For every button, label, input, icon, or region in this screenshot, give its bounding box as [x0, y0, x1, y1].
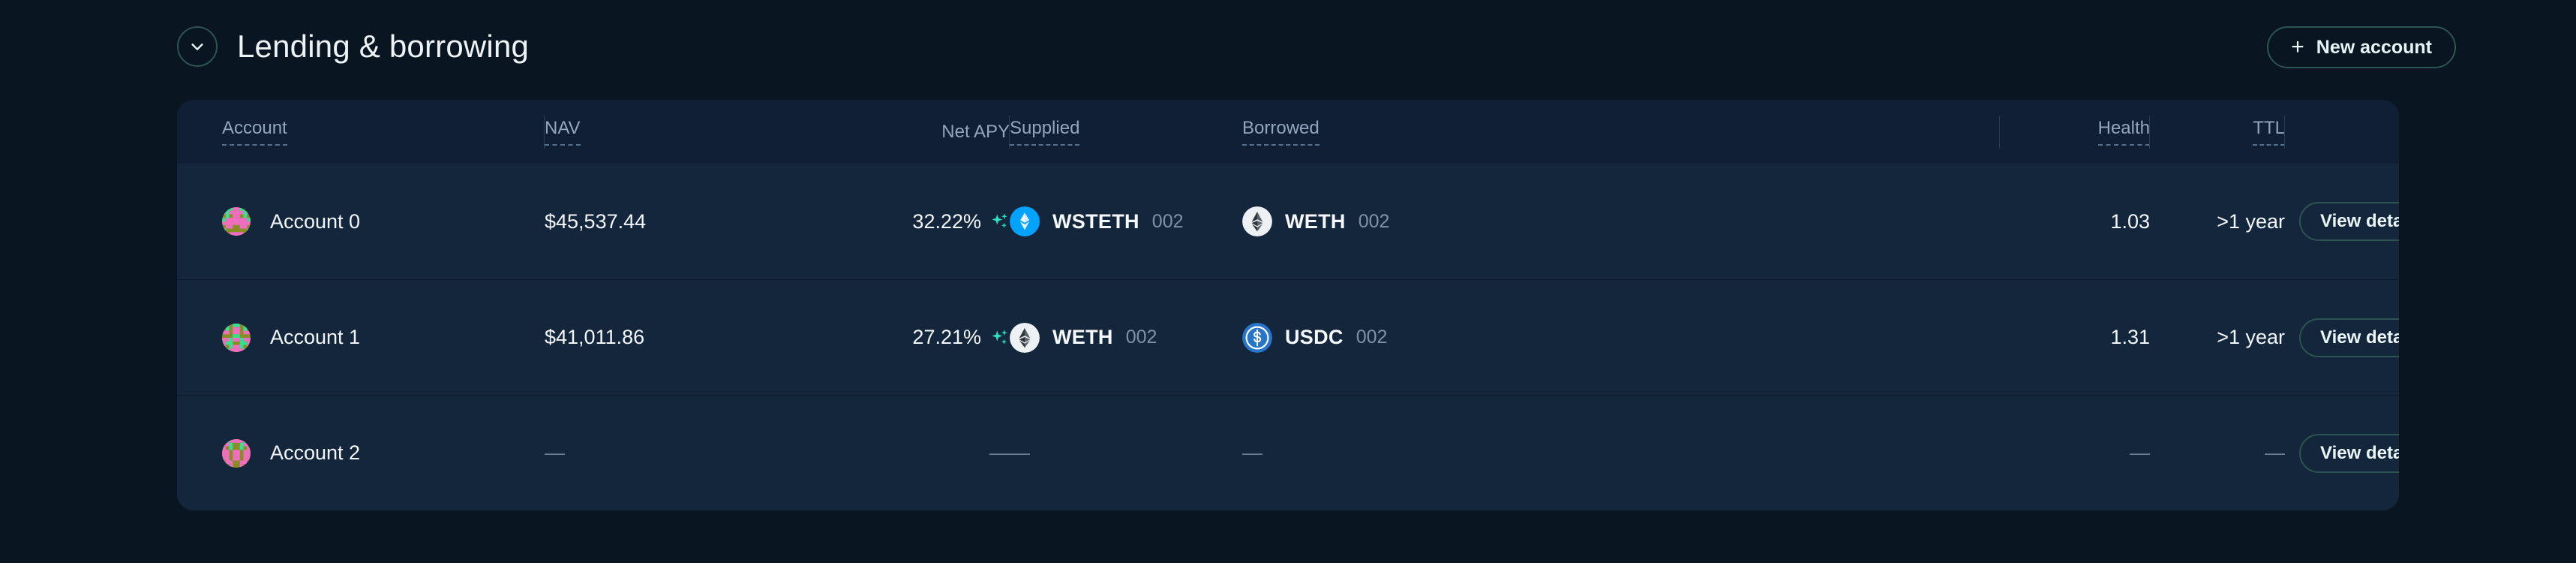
account-name: Account 0 [270, 209, 361, 233]
token-symbol: WSTETH [1052, 209, 1139, 233]
cell-supplied: — [1010, 441, 1242, 465]
account-name: Account 1 [270, 326, 361, 348]
collapse-section-button[interactable] [177, 26, 218, 67]
cell-borrowed: WETH 002 [1242, 206, 2000, 236]
column-header-label: Borrowed [1242, 118, 1320, 146]
column-header-borrowed[interactable]: Borrowed [1242, 118, 2000, 146]
chevron-down-icon [191, 44, 203, 50]
column-header-health[interactable]: Health [1999, 115, 2150, 149]
cell-health: 1.31 [2000, 326, 2150, 349]
column-header-label: Net APY [941, 121, 1010, 142]
accounts-table-card: Account NAV Net APY Supplied Borrowed Health T… [177, 100, 2399, 510]
weth-token-icon [1010, 323, 1040, 353]
cell-ttl: — [2150, 441, 2285, 465]
column-divider [1999, 115, 2000, 149]
column-header-supplied[interactable]: Supplied [1009, 115, 1242, 149]
wsteth-token-icon [1010, 206, 1040, 236]
cell-net-apy: 32.22% [837, 210, 1010, 233]
cell-supplied: WSTETH 002 [1010, 206, 1242, 236]
avatar [222, 323, 251, 352]
sparkles-icon [990, 328, 1010, 348]
table-body: Account 0 $45,537.44 32.22% WSTETH 002 WETH 00… [177, 164, 2399, 510]
usdc-token-icon [1242, 323, 1272, 353]
column-header-nav[interactable]: NAV [544, 115, 837, 149]
column-header-net_apy[interactable]: Net APY [837, 122, 1010, 143]
avatar [222, 438, 251, 468]
supplied-token: WETH 002 [1010, 323, 1242, 353]
column-divider [544, 115, 545, 149]
token-suffix: 002 [1356, 327, 1388, 348]
cell-account: Account 1 [222, 323, 545, 352]
avatar [222, 207, 251, 236]
column-header-label: NAV [545, 118, 581, 146]
view-details-button[interactable]: View details [2299, 318, 2399, 357]
health-value: 1.31 [2110, 326, 2150, 348]
empty-placeholder: — [2130, 441, 2150, 464]
table-row[interactable]: Account 2——————View details [177, 395, 2399, 510]
token-suffix: 002 [1358, 210, 1390, 232]
page-title: Lending & borrowing [237, 29, 530, 64]
weth-token-icon [1242, 206, 1272, 236]
column-divider [2149, 115, 2150, 149]
supplied-token: WSTETH 002 [1010, 206, 1242, 236]
empty-placeholder: — [989, 441, 1010, 464]
empty-placeholder: — [1010, 441, 1030, 464]
column-header-label: TTL [2253, 118, 2285, 146]
cell-ttl: >1 year [2150, 210, 2285, 233]
health-value: 1.03 [2110, 209, 2150, 233]
cell-action: View details [2285, 202, 2399, 241]
cell-borrowed: — [1242, 441, 2000, 465]
lending-borrowing-page: Lending & borrowing + New account Accoun… [0, 0, 2576, 563]
cell-net-apy: — [837, 441, 1010, 465]
ttl-value: >1 year [2217, 209, 2285, 233]
column-divider [2284, 115, 2285, 149]
cell-borrowed: USDC 002 [1242, 323, 2000, 353]
plus-icon: + [2291, 35, 2304, 59]
cell-nav: $45,537.44 [545, 210, 837, 233]
column-header-account[interactable]: Account [222, 118, 545, 146]
sparkles-icon [990, 212, 1010, 231]
cell-action: View details [2285, 318, 2399, 357]
net-apy-value: 32.22% [912, 209, 981, 233]
cell-supplied: WETH 002 [1010, 323, 1242, 353]
view-details-button[interactable]: View details [2299, 202, 2399, 241]
column-divider [1009, 115, 1010, 149]
cell-account: Account 2 [222, 438, 545, 468]
new-account-button[interactable]: + New account [2267, 26, 2456, 68]
token-suffix: 002 [1125, 327, 1157, 348]
new-account-label: New account [2316, 36, 2432, 58]
token-symbol: WETH [1285, 209, 1346, 233]
cell-ttl: >1 year [2150, 326, 2285, 349]
empty-placeholder: — [1242, 441, 1262, 464]
net-apy-value: 27.21% [912, 326, 981, 348]
borrowed-token: WETH 002 [1242, 206, 2000, 236]
token-suffix: 002 [1151, 210, 1184, 232]
column-header-label: Account [222, 118, 287, 146]
cell-nav: — [545, 441, 837, 465]
empty-placeholder: — [545, 441, 565, 464]
table-row[interactable]: Account 0 $45,537.44 32.22% WSTETH 002 WETH 00… [177, 164, 2399, 279]
token-symbol: USDC [1285, 326, 1344, 348]
account-name: Account 2 [270, 441, 361, 464]
cell-health: — [2000, 441, 2150, 465]
empty-placeholder: — [2265, 441, 2285, 464]
column-header-label: Health [2097, 118, 2150, 146]
nav-value: $45,537.44 [545, 209, 647, 233]
column-header-label: Supplied [1010, 118, 1080, 146]
nav-value: $41,011.86 [545, 326, 645, 348]
view-details-button[interactable]: View details [2299, 433, 2399, 473]
cell-net-apy: 27.21% [837, 326, 1010, 349]
cell-action: View details [2285, 433, 2399, 473]
cell-nav: $41,011.86 [545, 326, 837, 349]
table-header-row: Account NAV Net APY Supplied Borrowed Health T… [177, 100, 2399, 164]
token-symbol: WETH [1052, 326, 1113, 348]
borrowed-token: USDC 002 [1242, 323, 2000, 353]
ttl-value: >1 year [2217, 326, 2285, 348]
cell-health: 1.03 [2000, 210, 2150, 233]
table-row[interactable]: Account 1 $41,011.86 27.21% WETH 002 USDC 002 1… [177, 279, 2399, 395]
column-header-ttl[interactable]: TTL [2149, 115, 2285, 149]
cell-account: Account 0 [222, 207, 545, 236]
section-header: Lending & borrowing [177, 26, 529, 67]
